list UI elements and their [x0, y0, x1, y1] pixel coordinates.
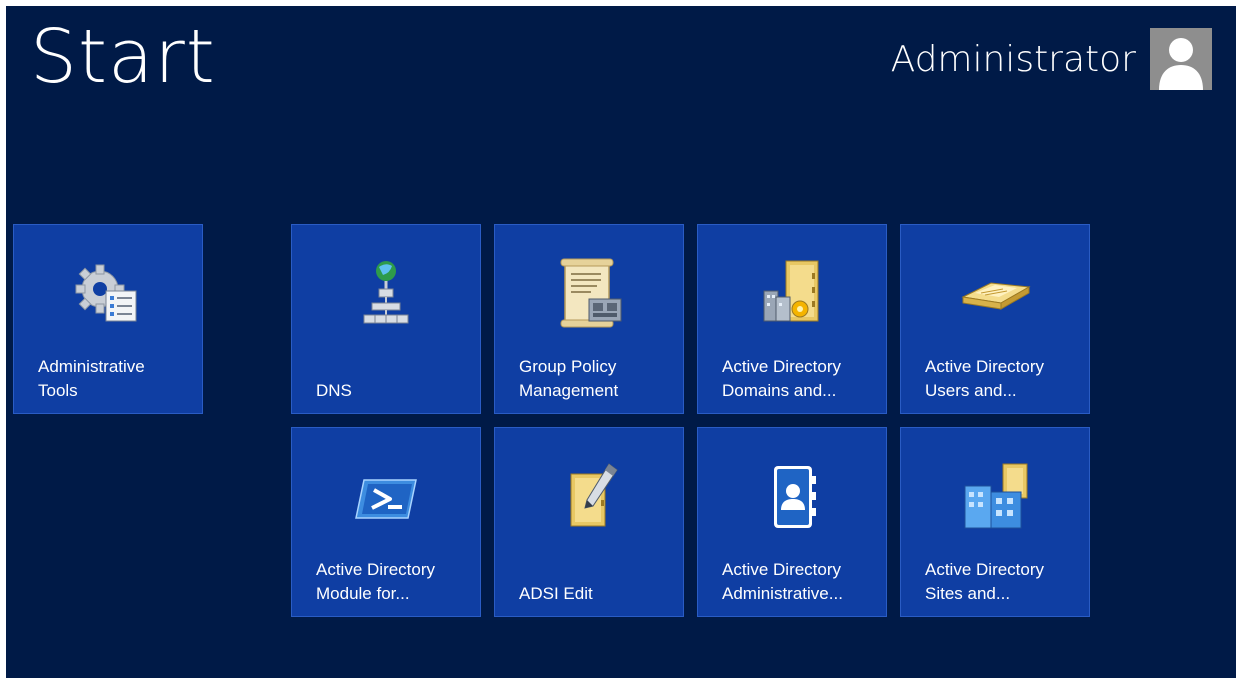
tile-label: DNS [316, 381, 352, 400]
tile-adsi-edit[interactable]: ADSI Edit [494, 427, 684, 617]
dns-network-icon [346, 253, 426, 333]
ad-users-computers-icon [955, 253, 1035, 333]
user-silhouette-icon [1159, 38, 1203, 90]
user-account-button[interactable]: Administrator [891, 28, 1212, 90]
tile-active-directory-sites[interactable]: Active Directory Sites and... [900, 427, 1090, 617]
tile-dns[interactable]: DNS [291, 224, 481, 414]
start-title: Start [30, 14, 216, 100]
tile-active-directory-users[interactable]: Active Directory Users and... [900, 224, 1090, 414]
admin-tools-gear-icon [68, 253, 148, 333]
powershell-icon [346, 456, 426, 536]
ad-domains-trusts-icon [752, 253, 832, 333]
user-name: Administrator [890, 38, 1136, 80]
tile-administrative-tools[interactable]: Administrative Tools [13, 224, 203, 414]
group-policy-scroll-icon [549, 253, 629, 333]
tile-label: Active Directory Sites and... [925, 560, 1045, 603]
tile-label: Active Directory Module for... [316, 560, 436, 603]
start-screen: Start Administrator Administrative Tools… [6, 6, 1236, 678]
tile-active-directory-administrative[interactable]: Active Directory Administrative... [697, 427, 887, 617]
avatar [1150, 28, 1212, 90]
tile-label: Active Directory Users and... [925, 357, 1045, 400]
ad-admin-center-icon [752, 456, 832, 536]
adsi-edit-icon [549, 456, 629, 536]
tile-group-policy-management[interactable]: Group Policy Management [494, 224, 684, 414]
tile-label: Active Directory Domains and... [722, 357, 842, 400]
tile-label: Administrative Tools [38, 357, 145, 400]
tile-label: ADSI Edit [519, 584, 593, 603]
tile-label: Active Directory Administrative... [722, 560, 843, 603]
tile-active-directory-module[interactable]: Active Directory Module for... [291, 427, 481, 617]
tile-label: Group Policy Management [519, 357, 619, 400]
tile-active-directory-domains[interactable]: Active Directory Domains and... [697, 224, 887, 414]
ad-sites-services-icon [955, 456, 1035, 536]
